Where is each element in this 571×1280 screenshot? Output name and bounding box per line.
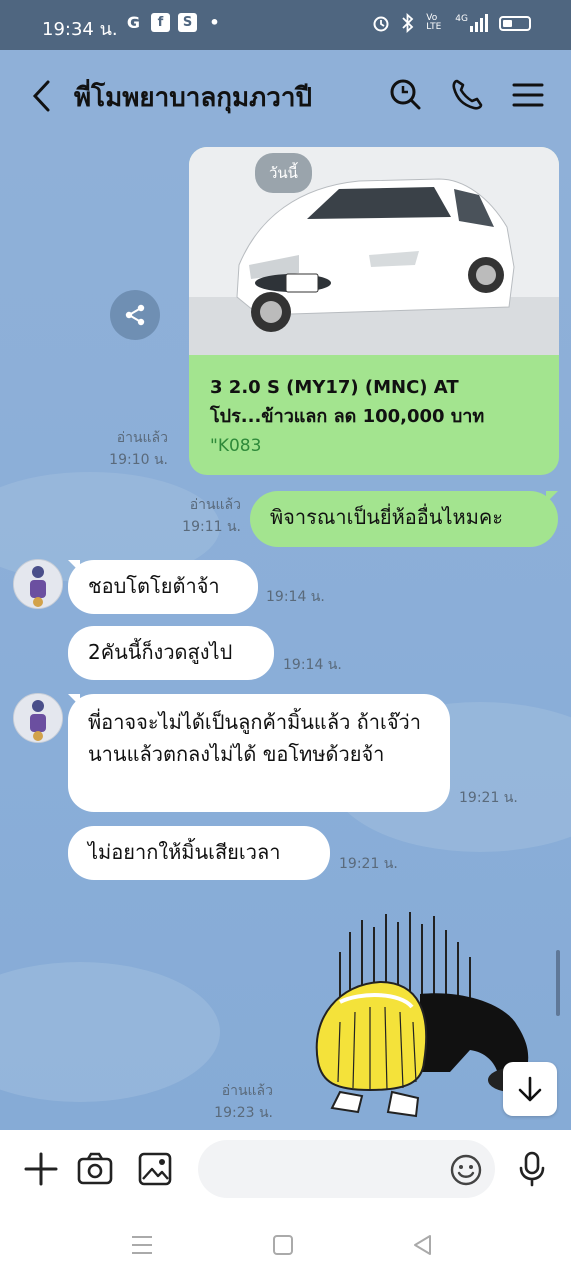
back-nav-icon[interactable] <box>410 1232 436 1258</box>
google-icon: G <box>126 13 141 32</box>
scroll-to-bottom-button[interactable] <box>503 1062 557 1116</box>
home-icon[interactable] <box>270 1232 296 1258</box>
message-time: 19:21 น. <box>459 790 518 806</box>
status-left-icons: G f S • <box>124 13 224 32</box>
call-icon[interactable] <box>447 75 487 115</box>
network-label: 4G <box>455 14 468 24</box>
menu-icon[interactable] <box>508 75 548 115</box>
volte-icon: Vo LTE <box>426 13 442 32</box>
message-time: 19:10 น. <box>109 452 168 468</box>
read-receipt: อ่านแล้ว <box>221 1083 273 1099</box>
search-icon[interactable] <box>386 75 426 115</box>
date-chip: วันนี้ <box>255 153 312 193</box>
avatar[interactable] <box>13 693 63 743</box>
camera-icon[interactable] <box>75 1149 115 1189</box>
product-link-card[interactable]: วันนี้ 3 2.0 S (MY17) (MNC) AT โปร...ข้า… <box>189 147 559 475</box>
car-photo[interactable]: วันนี้ <box>189 147 559 355</box>
card-meta: อ่านแล้ว 19:10 น. <box>109 427 168 471</box>
chat-area[interactable]: วันนี้ 3 2.0 S (MY17) (MNC) AT โปร...ข้า… <box>0 142 571 1130</box>
sticker-meta: อ่านแล้ว 19:23 น. <box>214 1080 273 1124</box>
gallery-icon[interactable] <box>135 1149 175 1189</box>
incoming-message[interactable]: ชอบโตโยต้าจ้า <box>68 560 258 614</box>
incoming-message[interactable]: 2คันนี้ก็งวดสูงไป <box>68 626 274 680</box>
bluetooth-icon <box>402 13 414 33</box>
message-time: 19:14 น. <box>266 589 325 605</box>
message-time: 19:21 น. <box>339 856 398 872</box>
share-icon <box>125 304 145 326</box>
background-cloud <box>0 962 220 1102</box>
dot-icon: • <box>209 13 220 32</box>
s-app-icon: S <box>178 13 197 32</box>
emoji-icon[interactable] <box>449 1153 483 1187</box>
out1-meta: อ่านแล้ว 19:11 น. <box>182 494 241 538</box>
share-button[interactable] <box>110 290 160 340</box>
message-time: 19:14 น. <box>283 657 342 673</box>
status-time: 19:34 น. <box>42 19 118 40</box>
status-bar: 19:34 น. G f S • Vo LTE 4G <box>0 0 571 50</box>
system-nav-bar <box>0 1210 571 1280</box>
message-time: 19:23 น. <box>214 1105 273 1121</box>
chat-title: พี่โมพยาบาลกุมภวาปี <box>74 83 312 113</box>
status-right-icons: Vo LTE 4G <box>372 13 531 33</box>
card-headline: 3 2.0 S (MY17) (MNC) AT โปร...ข้าวแลก ลด… <box>210 377 485 427</box>
outgoing-message[interactable]: พิจารณาเป็นยี่ห้ออื่นไหมคะ <box>250 491 558 547</box>
alarm-icon <box>373 16 389 32</box>
bubble-tail <box>546 491 558 503</box>
signal-4g-icon: 4G <box>455 14 488 32</box>
car-image <box>189 147 559 355</box>
incoming-message[interactable]: ไม่อยากให้มิ้นเสียเวลา <box>68 826 330 880</box>
read-receipt: อ่านแล้ว <box>116 430 168 446</box>
message-time: 19:11 น. <box>182 519 241 535</box>
recent-apps-icon[interactable] <box>129 1232 155 1258</box>
back-arrow-icon[interactable] <box>26 76 58 116</box>
avatar[interactable] <box>13 559 63 609</box>
plus-icon[interactable] <box>21 1149 61 1189</box>
card-code: "K083 <box>210 436 262 456</box>
chat-header: พี่โมพยาบาลกุมภวาปี <box>0 50 571 142</box>
scrollbar-thumb[interactable] <box>556 950 560 1016</box>
incoming-message[interactable]: พี่อาจจะไม่ได้เป็นลูกค้ามิ้นแล้ว ถ้าเจ๊ว… <box>68 694 450 812</box>
arrow-down-icon <box>518 1076 542 1102</box>
message-input[interactable] <box>198 1140 495 1198</box>
microphone-icon[interactable] <box>512 1149 552 1189</box>
battery-icon <box>499 15 531 31</box>
facebook-icon: f <box>151 13 170 32</box>
read-receipt: อ่านแล้ว <box>189 497 241 513</box>
message-input-bar <box>0 1130 571 1210</box>
